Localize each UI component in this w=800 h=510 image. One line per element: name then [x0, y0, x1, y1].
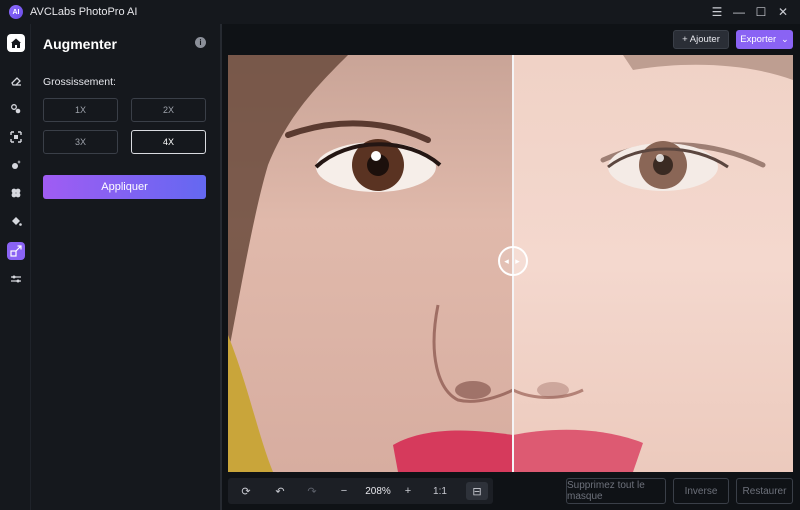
info-icon[interactable]: i — [195, 37, 206, 48]
settings-panel: Augmenter i Grossissement: 1X 2X 3X 4X A… — [30, 24, 220, 510]
minimize-icon[interactable]: — — [728, 0, 750, 24]
original-image — [228, 55, 513, 472]
upscale-icon[interactable] — [7, 242, 25, 260]
home-icon[interactable] — [7, 34, 25, 52]
apply-button[interactable]: Appliquer — [43, 175, 206, 199]
colorize-icon[interactable] — [7, 212, 25, 230]
scale-2x-button[interactable]: 2X — [131, 98, 206, 122]
maximize-icon[interactable]: ☐ — [750, 0, 772, 24]
retouch-icon[interactable] — [7, 156, 25, 174]
image-viewer[interactable]: ◂ ▸ — [228, 55, 793, 472]
view-toolbar: ⟳ ↶ ↷ − 208% + 1:1 ⊟ — [228, 478, 493, 504]
zoom-in-button[interactable]: + — [396, 478, 420, 504]
redo-icon[interactable]: ↷ — [296, 478, 328, 504]
reset-icon[interactable]: ⟳ — [228, 478, 264, 504]
actual-size-button[interactable]: 1:1 — [420, 478, 460, 504]
add-button[interactable]: + Ajouter — [673, 30, 729, 49]
menu-icon[interactable]: ☰ — [706, 0, 728, 24]
enlarge-icon[interactable] — [7, 128, 25, 146]
compare-view-icon[interactable]: ⊟ — [466, 482, 488, 500]
zoom-out-button[interactable]: − — [328, 478, 360, 504]
scale-4x-button[interactable]: 4X — [131, 130, 206, 154]
panel-title: Augmenter — [43, 36, 117, 52]
app-title: AVCLabs PhotoPro AI — [30, 6, 138, 18]
tool-rail — [0, 24, 30, 510]
remove-mask-button[interactable]: Supprimez tout le masque — [566, 478, 666, 504]
export-label: Exporter — [740, 34, 777, 45]
title-bar: AI AVCLabs PhotoPro AI ☰ — ☐ ✕ — [0, 0, 800, 24]
window-controls: ☰ — ☐ ✕ — [706, 0, 794, 24]
adjust-icon[interactable] — [7, 270, 25, 288]
chevron-down-icon: ⌄ — [781, 34, 789, 44]
magnification-label: Grossissement: — [43, 76, 116, 88]
undo-icon[interactable]: ↶ — [264, 478, 296, 504]
app-logo-icon: AI — [9, 5, 23, 19]
compare-handle[interactable]: ◂ ▸ — [498, 246, 528, 276]
eraser-icon[interactable] — [7, 72, 25, 90]
restore-button[interactable]: Restaurer — [736, 478, 793, 504]
scale-3x-button[interactable]: 3X — [43, 130, 118, 154]
scale-1x-button[interactable]: 1X — [43, 98, 118, 122]
face-swap-icon[interactable] — [7, 100, 25, 118]
close-icon[interactable]: ✕ — [772, 0, 794, 24]
enhanced-image — [513, 55, 793, 472]
replace-icon[interactable] — [7, 184, 25, 202]
export-button[interactable]: Exporter ⌄ — [736, 30, 793, 49]
zoom-level: 208% — [365, 485, 391, 497]
invert-button[interactable]: Inverse — [673, 478, 729, 504]
panel-divider — [220, 24, 222, 510]
